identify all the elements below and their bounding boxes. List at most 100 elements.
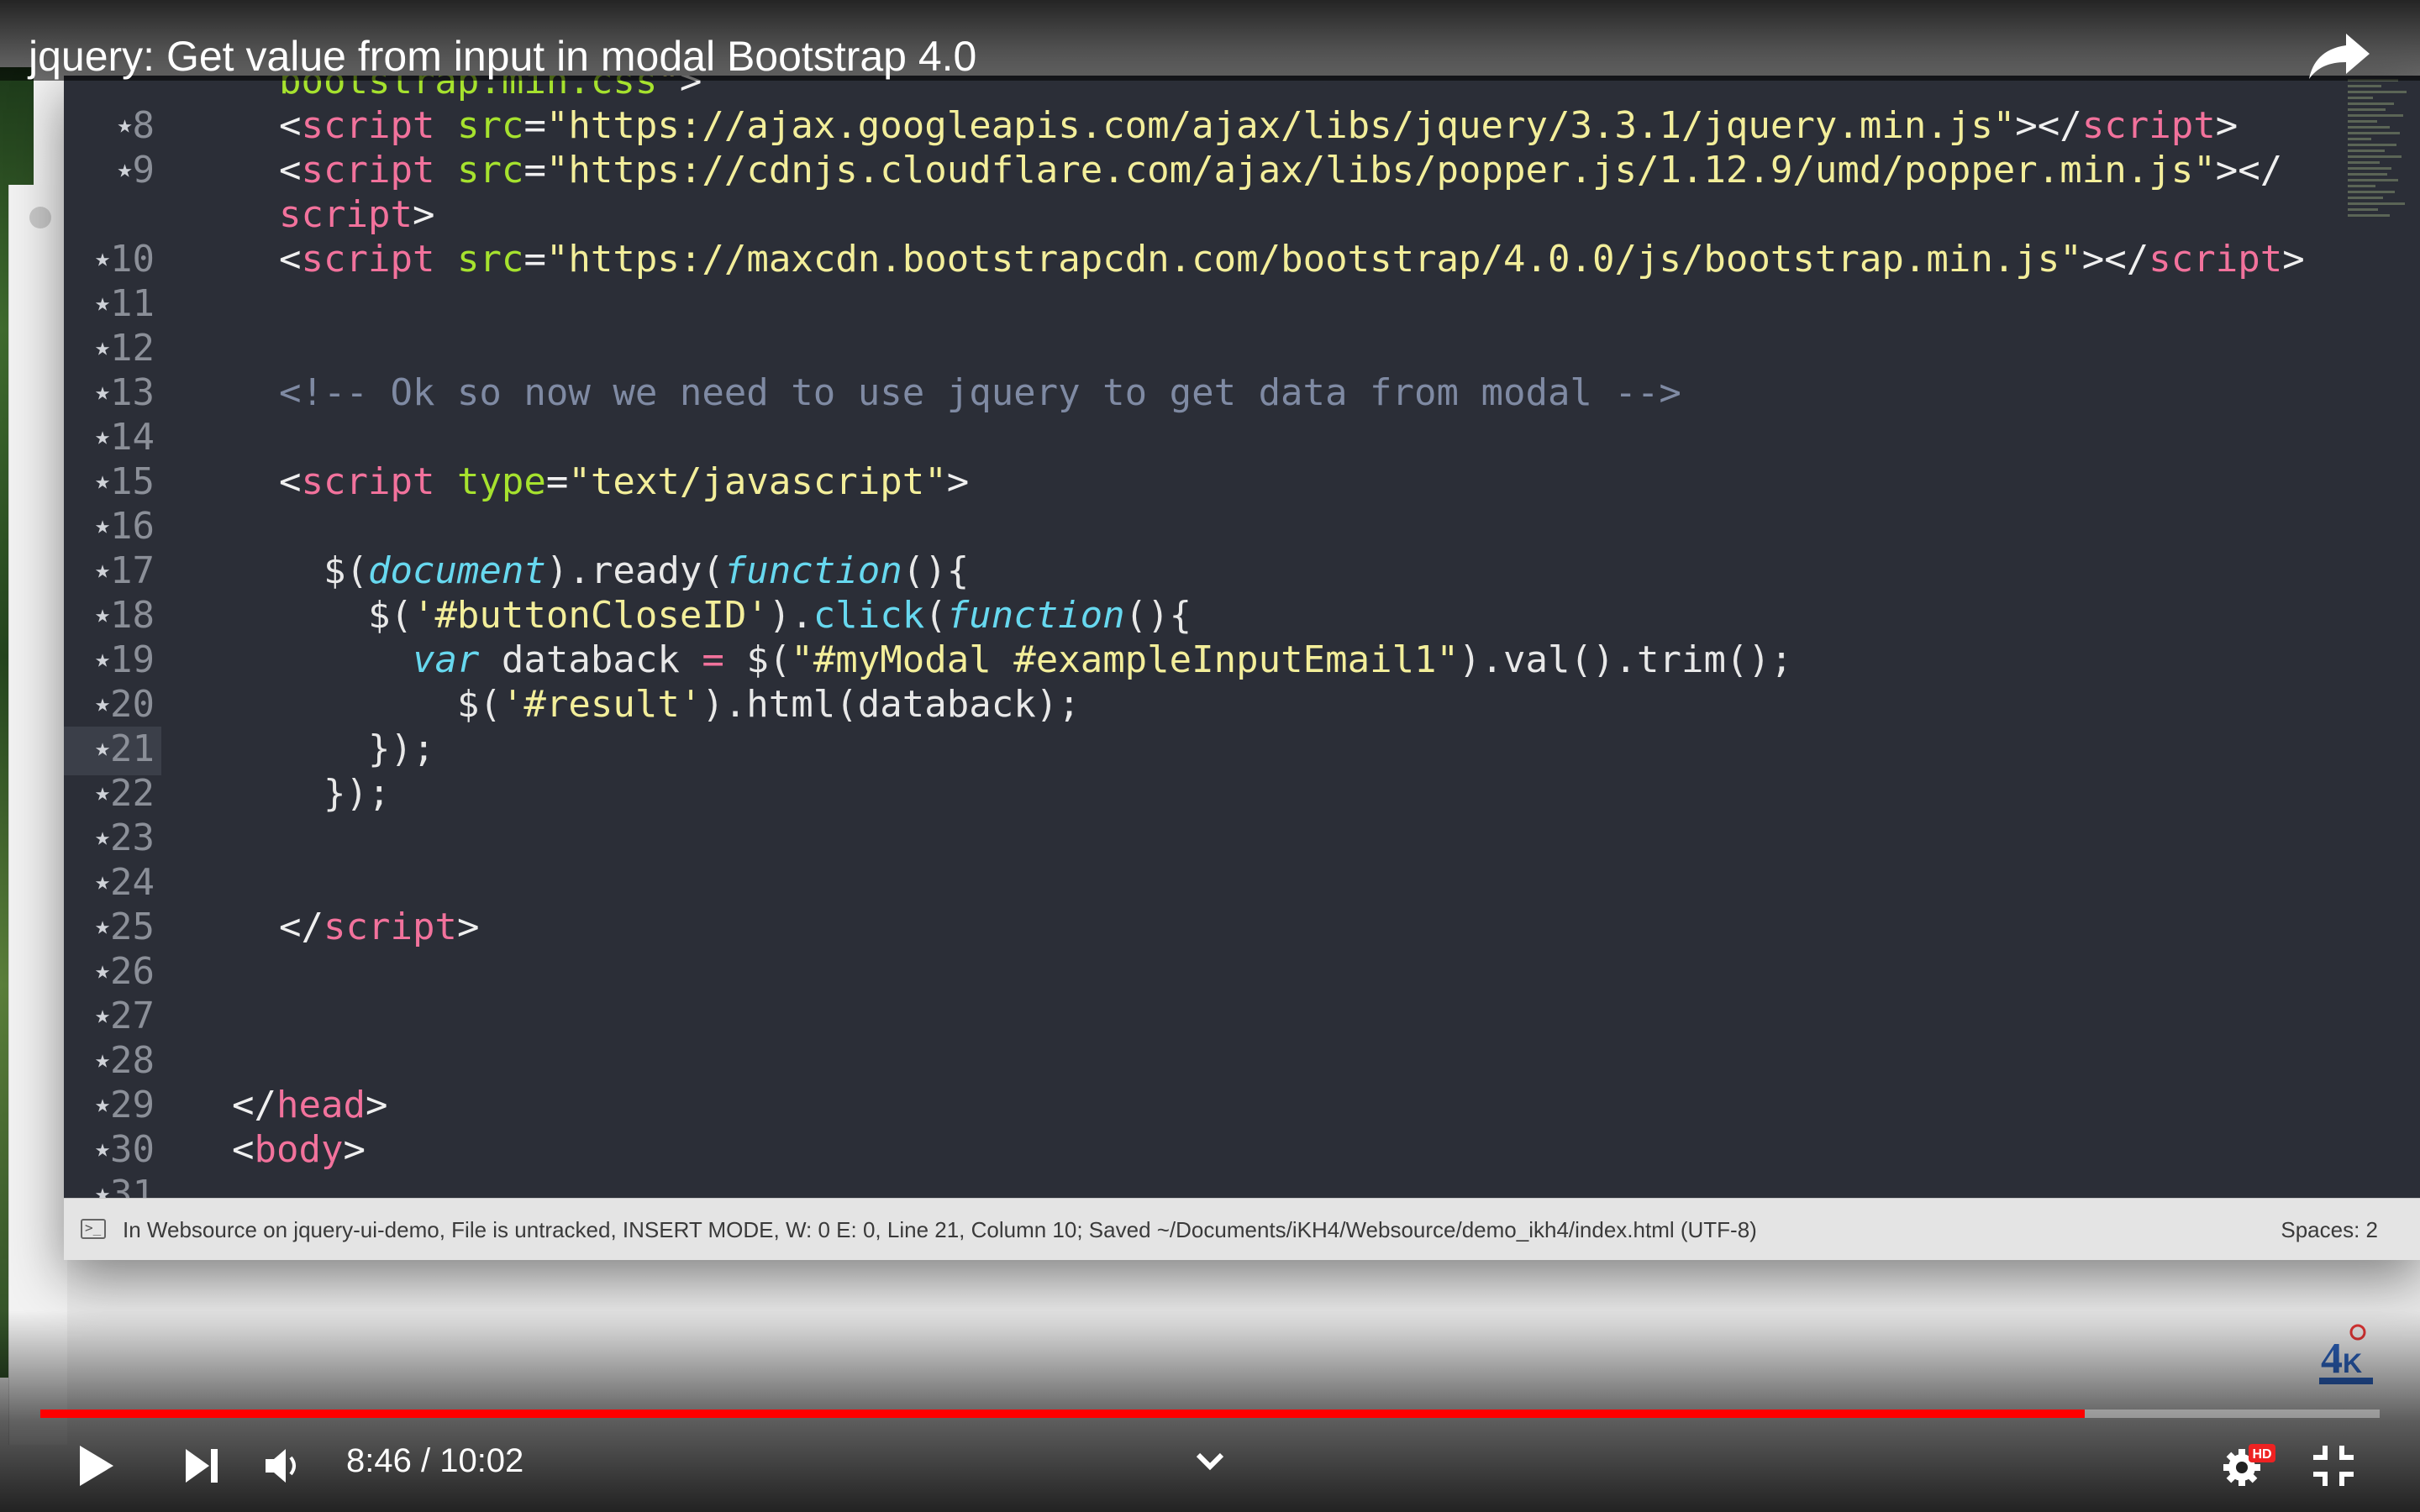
line-number: ★18 [64,593,161,642]
code-line[interactable]: ★26 [64,949,2366,994]
code-line[interactable]: ★8 <script src="https://ajax.googleapis.c… [64,103,2366,148]
video-frame[interactable]: bootstrap.min.css"> ★8 <script src="https:… [0,0,2420,1512]
code-text: $('#buttonCloseID').click(function(){ [279,594,1192,637]
code-area: bootstrap.min.css"> ★8 <script src="https:… [64,76,2366,1198]
line-number: ★28 [64,1038,161,1087]
next-button[interactable] [176,1436,227,1495]
line-number-text: 14 [110,416,155,459]
modified-marker-icon: ★ [94,867,111,896]
line-number: ★23 [64,816,161,864]
hd-badge: HD [2252,1447,2271,1462]
modified-marker-icon: ★ [94,644,111,674]
settings-button[interactable]: HD [2218,1436,2281,1495]
code-text: <body> [232,1128,366,1171]
line-number: ★12 [64,326,161,375]
line-number: ★11 [64,281,161,330]
code-line[interactable]: ★9 <script src="https://cdnjs.cloudflare.… [64,148,2366,192]
code-line[interactable]: ★23 [64,816,2366,860]
code-text: <script type="text/javascript"> [279,460,970,503]
code-line[interactable]: ★21 }); [64,727,2366,775]
line-number: ★19 [64,638,161,686]
indentation-setting[interactable]: Spaces: 2 [2281,1217,2378,1243]
volume-icon [266,1449,296,1483]
code-line[interactable]: ★27 [64,994,2366,1038]
line-number: ★25 [64,905,161,953]
code-line[interactable]: ★29 </head> [64,1083,2366,1127]
line-number: ★15 [64,459,161,508]
volume-button[interactable] [257,1436,313,1495]
code-text: script> [279,193,435,236]
modified-marker-icon: ★ [94,1045,111,1074]
code-line[interactable]: ★17 $(document).ready(function(){ [64,549,2366,593]
video-title[interactable]: jquery: Get value from input in modal Bo… [29,32,976,81]
line-number: ★9 [64,148,161,197]
line-number-text: 17 [110,549,155,592]
code-text: <script src="https://cdnjs.cloudflare.co… [279,149,2283,192]
line-number-text: 26 [110,950,155,993]
code-line[interactable]: ★18 $('#buttonCloseID').click(function()… [64,593,2366,638]
code-line[interactable]: ★22 }); [64,771,2366,816]
line-number-text: 13 [110,371,155,414]
progress-played [40,1410,2086,1418]
code-line[interactable]: ★14 [64,415,2366,459]
line-number-text: 25 [110,906,155,948]
modified-marker-icon: ★ [94,1179,111,1198]
line-number-text: 18 [110,594,155,637]
code-line[interactable]: ★10 <script src="https://maxcdn.bootstrap… [64,237,2366,281]
code-line[interactable]: ★24 [64,860,2366,905]
code-line[interactable]: ★11 [64,281,2366,326]
line-number-text: 29 [110,1084,155,1126]
window-control-dot [29,207,51,228]
modified-marker-icon: ★ [94,288,111,318]
line-number-text: 16 [110,505,155,548]
line-number-text: 21 [110,727,155,770]
line-number: ★17 [64,549,161,597]
line-number: ★22 [64,771,161,820]
code-line[interactable]: ★16 [64,504,2366,549]
code-text: <script src="https://ajax.googleapis.com… [279,104,2238,147]
code-text: <!-- Ok so now we need to use jquery to … [279,371,1681,414]
terminal-icon[interactable]: >_ [81,1219,106,1239]
modified-marker-icon: ★ [94,333,111,362]
code-text: var databack = $("#myModal #exampleInput… [412,638,1793,681]
chevron-down-icon[interactable] [1193,1445,1227,1478]
code-line[interactable]: ★15 <script type="text/javascript"> [64,459,2366,504]
code-line[interactable]: ★30 <body> [64,1127,2366,1172]
exit-fullscreen-button[interactable] [2306,1436,2361,1495]
modified-marker-icon: ★ [94,778,111,807]
code-line[interactable]: script> [64,192,2366,237]
modified-marker-icon: ★ [117,155,133,184]
line-number: ★26 [64,949,161,998]
line-number-text: 19 [110,638,155,681]
line-number: ★27 [64,994,161,1042]
code-text: </script> [279,906,480,948]
modified-marker-icon: ★ [94,511,111,540]
line-number: ★24 [64,860,161,909]
line-number-text: 12 [110,327,155,370]
code-text: <script src="https://maxcdn.bootstrapcdn… [279,238,2305,281]
line-number-text: 10 [110,238,155,281]
line-number-text: 20 [110,683,155,726]
code-line[interactable]: ★13 <!-- Ok so now we need to use jquery … [64,370,2366,415]
code-line[interactable]: ★19 var databack = $("#myModal #exampleI… [64,638,2366,682]
code-line[interactable]: ★20 $('#result').html(databack); [64,682,2366,727]
modified-marker-icon: ★ [94,422,111,451]
play-button[interactable] [71,1436,121,1495]
code-line[interactable]: ★12 [64,326,2366,370]
line-number-text: 28 [110,1039,155,1082]
line-number-text: 15 [110,460,155,503]
code-line[interactable]: ★28 [64,1038,2366,1083]
share-icon[interactable] [2306,30,2373,81]
line-number: ★10 [64,237,161,286]
code-line[interactable]: ★31 [64,1172,2366,1198]
code-line[interactable]: ★25 </script> [64,905,2366,949]
code-text: </head> [232,1084,388,1126]
line-number: ★13 [64,370,161,419]
line-number-text: 24 [110,861,155,904]
progress-bar[interactable] [40,1410,2380,1418]
line-number: ★14 [64,415,161,464]
modified-marker-icon: ★ [94,377,111,407]
modified-marker-icon: ★ [94,466,111,496]
line-number: ★31 [64,1172,161,1198]
background-window [8,185,67,1445]
